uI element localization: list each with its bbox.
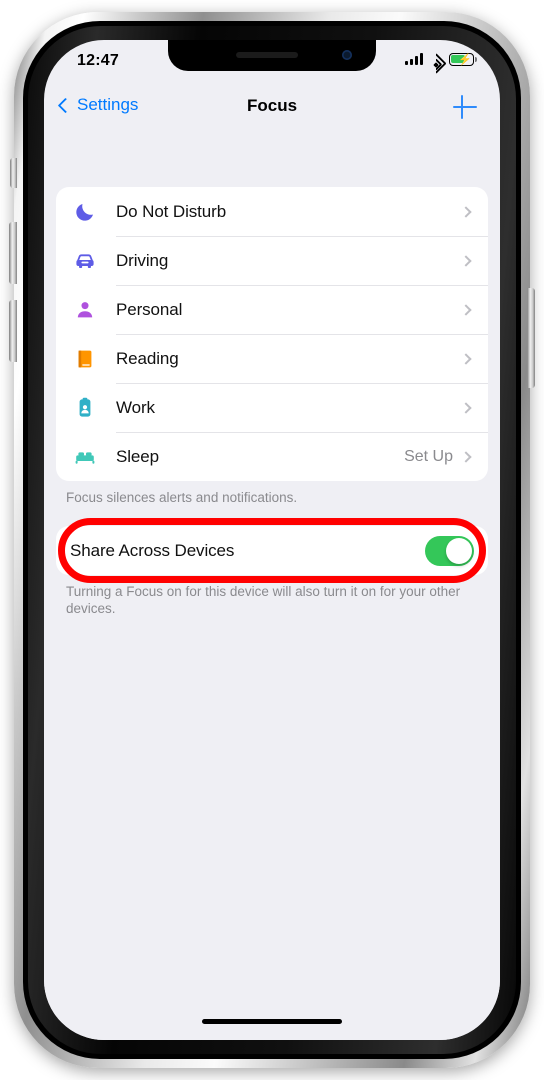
page-title: Focus	[246, 96, 298, 115]
share-across-devices-caption: Turning a Focus on for this device will …	[66, 584, 461, 616]
badge-icon	[70, 396, 100, 420]
chevron-right-icon	[460, 205, 472, 218]
status-bar-indicators: ⚡	[404, 53, 477, 75]
navigation-bar: Settings Focus	[44, 84, 500, 132]
front-camera-icon	[342, 50, 352, 60]
mute-switch-button[interactable]	[10, 158, 17, 188]
bed-icon	[70, 445, 100, 469]
focus-row-label: Reading	[116, 348, 179, 368]
chevron-right-icon	[460, 303, 472, 316]
focus-row-label: Personal	[116, 299, 183, 319]
wifi-icon	[425, 53, 447, 75]
focus-row-do-not-disturb[interactable]: Do Not Disturb	[56, 187, 488, 236]
focus-row-reading[interactable]: Reading	[56, 334, 488, 383]
share-across-devices-toggle[interactable]	[425, 535, 474, 566]
status-bar-time: 12:47	[77, 52, 119, 69]
focus-row-label: Do Not Disturb	[116, 201, 227, 221]
focus-row-value: Set Up	[404, 447, 453, 465]
focus-list-caption: Focus silences alerts and notifications.	[66, 490, 298, 505]
cellular-bars-icon	[404, 53, 423, 66]
phone-screen: 12:47 ⚡ Settings Focus Do Not Disturb Dr…	[44, 40, 500, 1040]
focus-row-sleep[interactable]: Sleep Set Up	[56, 432, 488, 481]
focus-row-label: Driving	[116, 250, 169, 270]
toggle-knob	[446, 537, 472, 564]
power-button[interactable]	[527, 288, 535, 388]
focus-row-label: Sleep	[116, 446, 159, 466]
display-notch	[168, 40, 376, 71]
chevron-right-icon	[460, 352, 472, 365]
chevron-right-icon	[460, 450, 472, 463]
share-across-devices-row[interactable]: Share Across Devices	[56, 518, 488, 583]
share-across-devices-label: Share Across Devices	[70, 540, 235, 560]
home-indicator[interactable]	[202, 1019, 342, 1024]
focus-row-personal[interactable]: Personal	[56, 285, 488, 334]
battery-charging-icon: ⚡	[449, 53, 477, 66]
person-icon	[70, 298, 100, 322]
volume-up-button[interactable]	[9, 222, 17, 284]
car-icon	[70, 249, 100, 273]
focus-row-label: Work	[116, 397, 155, 417]
book-icon	[70, 347, 100, 371]
moon-icon	[70, 200, 100, 224]
settings-content: Do Not Disturb Driving Personal Reading Work…	[44, 132, 500, 1040]
volume-down-button[interactable]	[9, 300, 17, 362]
focus-row-work[interactable]: Work	[56, 383, 488, 432]
focus-list-card: Do Not Disturb Driving Personal Reading Work…	[56, 187, 488, 481]
add-focus-button[interactable]	[450, 92, 480, 122]
chevron-right-icon	[460, 254, 472, 267]
screenshot-stage: 12:47 ⚡ Settings Focus Do Not Disturb Dr…	[0, 0, 544, 1080]
focus-row-driving[interactable]: Driving	[56, 236, 488, 285]
earpiece-speaker-icon	[236, 52, 299, 58]
chevron-right-icon	[460, 401, 472, 414]
